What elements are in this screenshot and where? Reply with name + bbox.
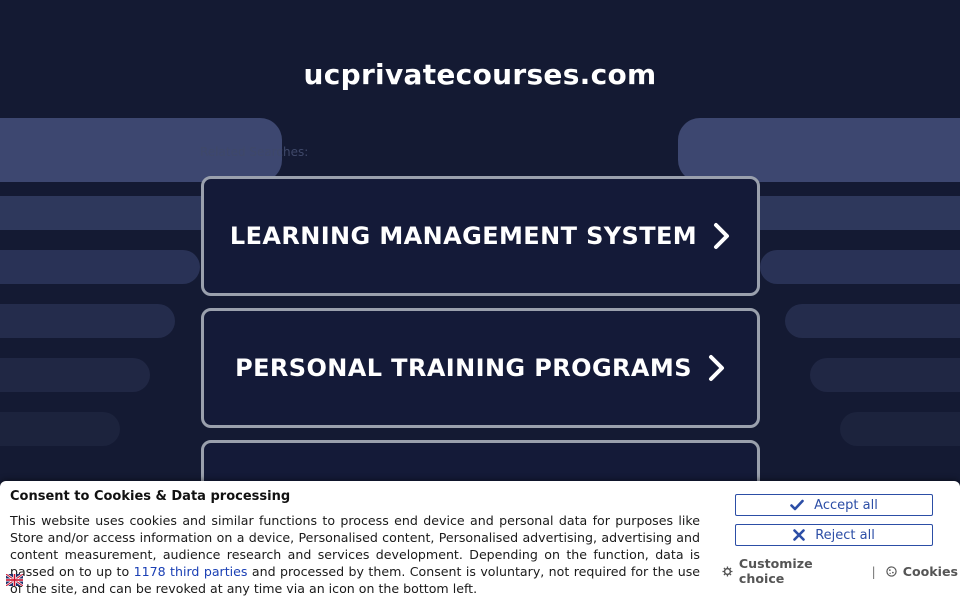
related-searches-label: Related Searches: [200, 145, 309, 159]
check-icon [790, 499, 804, 511]
chevron-right-icon [713, 222, 731, 250]
search-link-label: PERSONAL TRAINING PROGRAMS [235, 354, 692, 382]
site-title: ucprivatecourses.com [303, 58, 657, 91]
search-link-personal-training-programs[interactable]: PERSONAL TRAINING PROGRAMS [201, 308, 760, 428]
reject-all-button[interactable]: Reject all [735, 524, 933, 546]
x-icon [793, 529, 805, 541]
cookies-link[interactable]: Cookies [886, 564, 958, 579]
chevron-right-icon [708, 354, 726, 382]
cookies-label: Cookies [902, 563, 958, 579]
cookie-icon [886, 565, 897, 577]
search-link-learning-management-system[interactable]: LEARNING MANAGEMENT SYSTEM [201, 176, 760, 296]
cookie-banner-title: Consent to Cookies & Data processing [10, 489, 291, 504]
third-parties-link[interactable]: 1178 third parties [134, 564, 248, 579]
page: ucprivatecourses.com Related Searches: L… [0, 0, 960, 600]
link-separator: | [871, 563, 876, 579]
flag-icon[interactable] [5, 571, 24, 587]
accept-all-button[interactable]: Accept all [735, 494, 933, 516]
accept-all-label: Accept all [814, 497, 878, 513]
cookie-banner-text: This website uses cookies and similar fu… [10, 512, 700, 597]
customize-choice-link[interactable]: Customize choice [722, 556, 861, 586]
cookie-secondary-links: Customize choice | Cookies [722, 556, 958, 586]
gear-icon [722, 565, 733, 577]
search-link-label: LEARNING MANAGEMENT SYSTEM [229, 222, 698, 250]
reject-all-label: Reject all [815, 527, 875, 543]
customize-choice-label: Customize choice [738, 556, 813, 586]
cookie-consent-banner: Consent to Cookies & Data processing Thi… [0, 481, 960, 600]
